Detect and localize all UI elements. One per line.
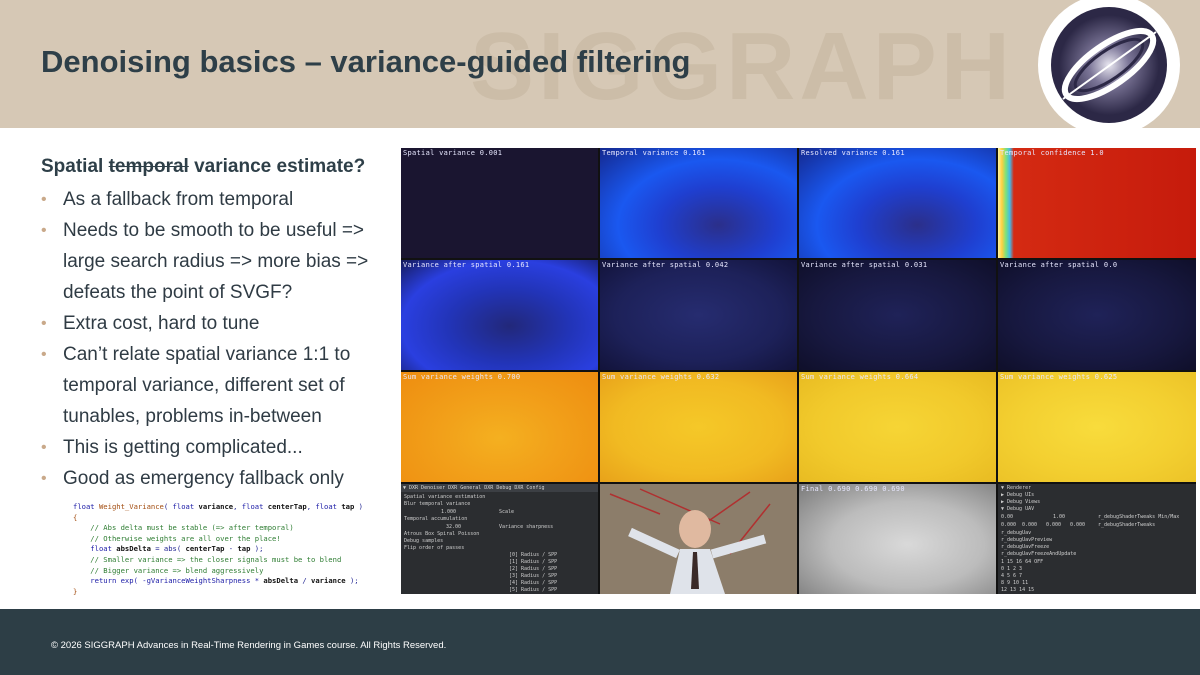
debug-checkbox[interactable]: r_debugUavPreview: [1001, 537, 1052, 543]
debug-label: [4] Radius / SPP: [509, 580, 558, 586]
tile-label: Variance after spatial 0.161: [403, 261, 530, 269]
slide-header: SIGGRAPH Denoising basics – variance-gui…: [0, 0, 1200, 128]
debug-value[interactable]: 0.000: [1046, 522, 1061, 528]
debug-section[interactable]: ▶ Debug Views: [1001, 499, 1040, 505]
debug-label: Variance sharpness: [499, 524, 554, 530]
debug-label: [2] Radius / SPP: [509, 566, 558, 572]
section-heading: Spatial temporal variance estimate?: [41, 156, 365, 178]
debug-section[interactable]: ▶ Debug UIs: [1001, 492, 1034, 498]
tile-label: Spatial variance 0.001: [403, 149, 503, 157]
meme-photo-graphic: [600, 484, 797, 594]
debug-option[interactable]: Flip order of passes: [404, 545, 464, 551]
debug-label: [3] Radius / SPP: [509, 573, 558, 579]
tile-sum-variance-weights: Sum variance weights 0.664: [799, 372, 996, 482]
debug-value[interactable]: 0.00: [1001, 514, 1013, 520]
bullet-item: Can’t relate spatial variance 1:1 to tem…: [41, 339, 391, 432]
debug-label: r_debugShaderTweaks Min/Max: [1098, 514, 1180, 520]
tile-final-output: Final 0.690 0.690 0.690: [799, 484, 996, 594]
debug-value[interactable]: 0.000: [1001, 522, 1016, 528]
tile-temporal-variance: Temporal variance 0.161: [600, 148, 797, 258]
tile-label: Final 0.690 0.690 0.690: [801, 485, 905, 493]
heading-struck-word: temporal: [108, 156, 189, 177]
tile-spatial-variance: Spatial variance 0.001: [401, 148, 598, 258]
debug-checkbox[interactable]: r_debugUavFreeze: [1001, 544, 1049, 550]
tile-label: Sum variance weights 0.632: [602, 373, 720, 381]
debug-checkbox[interactable]: r_debugUav: [1001, 530, 1031, 536]
debug-grid-row[interactable]: 4 5 6 7: [1001, 573, 1022, 579]
slide-title: Denoising basics – variance-guided filte…: [41, 44, 691, 79]
debug-value[interactable]: 1.00: [1053, 514, 1065, 520]
debug-value[interactable]: 0.000: [1070, 522, 1085, 528]
tile-resolved-variance: Resolved variance 0.161: [799, 148, 996, 258]
tile-meme-photo: [600, 484, 797, 594]
tile-label: Sum variance weights 0.625: [1000, 373, 1118, 381]
debug-grid-row[interactable]: 0 1 2 3: [1001, 566, 1022, 572]
debug-option[interactable]: Spatial variance estimation: [404, 494, 485, 500]
debug-value[interactable]: 32.00: [446, 524, 461, 530]
debug-radio-group[interactable]: Atrous Box Spiral Poisson: [404, 531, 479, 537]
tile-variance-after-spatial: Variance after spatial 0.0: [998, 260, 1196, 370]
bullet-item: Extra cost, hard to tune: [41, 308, 391, 339]
debug-checkbox[interactable]: r_debugUavFreezeAndUpdate: [1001, 551, 1076, 557]
debug-value[interactable]: 0.000: [1022, 522, 1037, 528]
debug-section[interactable]: ▼ Debug UAV: [1001, 506, 1034, 512]
bullet-item: This is getting complicated...: [41, 432, 391, 463]
siggraph-logo-icon: [1038, 0, 1180, 136]
tile-label: Sum variance weights 0.664: [801, 373, 919, 381]
bullet-item: Needs to be smooth to be useful => large…: [41, 215, 391, 308]
code-snippet: float Weight_Variance( float variance, f…: [73, 502, 363, 596]
tile-label: Temporal variance 0.161: [602, 149, 706, 157]
tile-label: Variance after spatial 0.042: [602, 261, 729, 269]
tile-label: Variance after spatial 0.0: [1000, 261, 1118, 269]
debug-label: [0] Radius / SPP: [509, 552, 558, 558]
debug-grid-row[interactable]: 12 13 14 15: [1001, 587, 1034, 593]
tile-label: Temporal confidence 1.0: [1000, 149, 1104, 157]
debug-image-grid: Spatial variance 0.001 Temporal variance…: [401, 148, 1196, 594]
tile-label: Sum variance weights 0.700: [403, 373, 521, 381]
debug-grid-row[interactable]: 1 15 16 64 OFF: [1001, 559, 1043, 565]
debug-section[interactable]: ▼ Renderer: [1001, 485, 1031, 491]
tile-denoiser-debug-ui: ▼ DXR Denoiser DXR General DXR Debug DXR…: [401, 484, 598, 594]
copyright-text: © 2026 SIGGRAPH Advances in Real-Time Re…: [51, 640, 447, 651]
tile-label: Variance after spatial 0.031: [801, 261, 928, 269]
tile-variance-after-spatial: Variance after spatial 0.031: [799, 260, 996, 370]
tile-variance-after-spatial: Variance after spatial 0.161: [401, 260, 598, 370]
debug-option[interactable]: Temporal accumulation: [404, 516, 467, 522]
debug-option[interactable]: Debug samples: [404, 538, 443, 544]
debug-label: r_debugShaderTweaks: [1098, 522, 1156, 528]
tile-sum-variance-weights: Sum variance weights 0.700: [401, 372, 598, 482]
tile-temporal-confidence: Temporal confidence 1.0: [998, 148, 1196, 258]
debug-value[interactable]: 1.000: [441, 509, 456, 515]
debug-menu-bar: ▼ DXR Denoiser DXR General DXR Debug DXR…: [401, 484, 598, 492]
debug-grid-row[interactable]: 8 9 10 11: [1001, 580, 1028, 586]
tile-sum-variance-weights: Sum variance weights 0.625: [998, 372, 1196, 482]
debug-label: [1] Radius / SPP: [509, 559, 558, 565]
tile-variance-after-spatial: Variance after spatial 0.042: [600, 260, 797, 370]
bullet-item: As a fallback from temporal: [41, 184, 391, 215]
debug-label: [5] Radius / SPP: [509, 587, 558, 593]
bullet-item: Good as emergency fallback only: [41, 463, 391, 494]
debug-label: Scale: [499, 509, 515, 515]
bullet-list: As a fallback from temporal Needs to be …: [41, 184, 391, 494]
debug-option[interactable]: Blur temporal variance: [404, 501, 470, 507]
tile-label: Resolved variance 0.161: [801, 149, 905, 157]
tile-renderer-debug-ui: ▼ Renderer ▶ Debug UIs ▶ Debug Views ▼ D…: [998, 484, 1196, 594]
slide-footer: © 2026 SIGGRAPH Advances in Real-Time Re…: [0, 609, 1200, 675]
heading-prefix: Spatial: [41, 156, 109, 177]
tile-sum-variance-weights: Sum variance weights 0.632: [600, 372, 797, 482]
siggraph-logo-graphic: [1051, 7, 1167, 123]
heading-suffix: variance estimate?: [188, 156, 366, 177]
